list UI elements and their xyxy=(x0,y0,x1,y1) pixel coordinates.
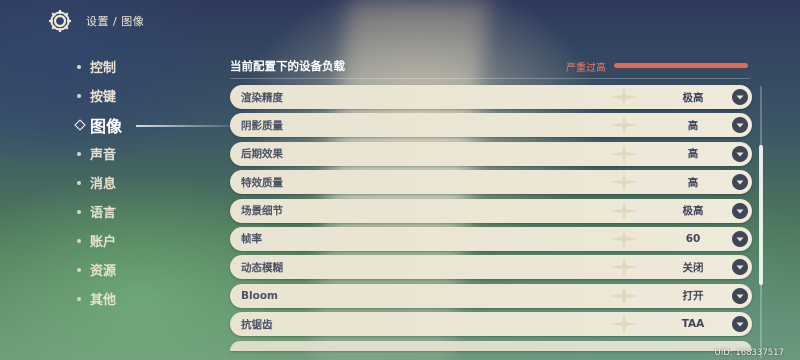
setting-shadow-quality-dropdown[interactable]: 阴影质量 高 xyxy=(230,113,752,138)
sidebar-item-label: 消息 xyxy=(90,177,117,192)
setting-label: 后期效果 xyxy=(241,148,283,161)
chevron-down-icon xyxy=(732,117,748,134)
setting-value: 高 xyxy=(687,176,699,189)
bullet-icon xyxy=(77,93,81,98)
setting-label: 动态模糊 xyxy=(241,261,283,274)
sidebar-item-keybinds[interactable]: 按键 xyxy=(76,81,122,110)
sidebar-item-other[interactable]: 其他 xyxy=(76,284,122,313)
chevron-down-icon xyxy=(732,202,748,219)
header: 设置 / 图像 xyxy=(46,8,144,34)
sidebar-item-resources[interactable]: 资源 xyxy=(76,255,122,284)
setting-label: 帧率 xyxy=(241,233,262,246)
setting-value: 高 xyxy=(687,119,699,132)
sparkle-icon xyxy=(610,285,638,306)
sparkle-icon xyxy=(610,115,638,136)
sparkle-icon xyxy=(610,87,638,107)
setting-value: 关闭 xyxy=(682,261,704,274)
sidebar-item-label: 控制 xyxy=(90,61,117,76)
chevron-down-icon xyxy=(732,259,748,276)
bullet-icon xyxy=(77,64,81,69)
bullet-icon xyxy=(77,238,81,243)
sidebar-item-messages[interactable]: 消息 xyxy=(76,168,122,197)
sidebar-item-account[interactable]: 账户 xyxy=(76,226,122,255)
scrollbar-thumb[interactable] xyxy=(759,145,763,285)
device-load-status: 严重过高 xyxy=(566,63,606,74)
sparkle-icon xyxy=(610,200,638,221)
setting-label: 特效质量 xyxy=(241,176,283,189)
setting-anti-aliasing-dropdown[interactable]: 抗锯齿 TAA xyxy=(230,312,752,337)
chevron-down-icon xyxy=(732,287,748,304)
sparkle-icon xyxy=(610,314,638,335)
sparkle-icon xyxy=(610,257,638,278)
settings-list: 渲染精度 极高 阴影质量 高 后期效果 高 特效质量 高 场景细节 极高 帧率 … xyxy=(230,85,752,355)
sidebar-item-label: 资源 xyxy=(90,264,117,279)
setting-effects-quality-dropdown[interactable]: 特效质量 高 xyxy=(230,170,752,195)
chevron-down-icon xyxy=(732,174,748,191)
chevron-down-icon xyxy=(732,230,748,247)
sidebar-item-label: 其他 xyxy=(90,293,117,308)
chevron-down-icon xyxy=(732,89,748,105)
chevron-down-icon xyxy=(732,316,748,333)
bullet-icon xyxy=(77,209,81,214)
device-load-title: 当前配置下的设备负载 xyxy=(230,59,345,73)
sparkle-icon xyxy=(610,228,638,249)
sidebar-item-label: 声音 xyxy=(90,148,117,163)
gear-icon[interactable] xyxy=(46,7,74,35)
bullet-icon xyxy=(77,151,81,156)
setting-value: TAA xyxy=(681,318,705,331)
sidebar-item-graphics[interactable]: 图像 xyxy=(74,110,246,139)
sidebar-item-audio[interactable]: 声音 xyxy=(76,139,122,168)
chevron-down-icon xyxy=(732,145,748,162)
uid-label: UID: 168337517 xyxy=(714,348,784,358)
diamond-icon xyxy=(74,118,86,131)
sparkle-icon xyxy=(610,143,638,164)
sidebar-item-label: 账户 xyxy=(90,235,117,250)
setting-value: 极高 xyxy=(682,91,704,104)
setting-label: 场景细节 xyxy=(241,205,283,218)
setting-label: 抗锯齿 xyxy=(241,318,273,331)
device-load-bar xyxy=(614,63,748,68)
setting-label: 渲染精度 xyxy=(241,91,283,104)
setting-value: 极高 xyxy=(682,205,704,218)
setting-frame-rate-dropdown[interactable]: 帧率 60 xyxy=(230,226,752,251)
sidebar-item-label: 语言 xyxy=(90,206,117,221)
setting-value: 高 xyxy=(687,148,699,161)
sidebar-item-controls[interactable]: 控制 xyxy=(76,52,122,81)
setting-value: 60 xyxy=(685,232,701,245)
breadcrumb: 设置 / 图像 xyxy=(86,15,145,28)
sidebar-item-label: 按键 xyxy=(90,90,117,105)
sparkle-icon xyxy=(610,172,638,193)
setting-bloom-dropdown[interactable]: Bloom 打开 xyxy=(230,283,752,308)
sidebar-nav: 控制 按键 图像 声音 消息 语言 账户 资源 其他 xyxy=(74,52,246,313)
setting-row-partial[interactable] xyxy=(230,340,752,351)
setting-value: 打开 xyxy=(682,290,704,303)
divider xyxy=(230,78,750,79)
sidebar-item-language[interactable]: 语言 xyxy=(76,197,122,226)
setting-scene-detail-dropdown[interactable]: 场景细节 极高 xyxy=(230,198,752,223)
sidebar-item-label: 图像 xyxy=(90,116,123,136)
setting-label: 阴影质量 xyxy=(241,119,283,132)
setting-label: Bloom xyxy=(241,289,278,302)
setting-motion-blur-dropdown[interactable]: 动态模糊 关闭 xyxy=(230,255,752,280)
setting-render-resolution-dropdown[interactable]: 渲染精度 极高 xyxy=(230,85,752,109)
setting-post-processing-dropdown[interactable]: 后期效果 高 xyxy=(230,141,752,166)
bullet-icon xyxy=(77,296,81,301)
bullet-icon xyxy=(77,267,81,272)
bullet-icon xyxy=(77,180,81,185)
